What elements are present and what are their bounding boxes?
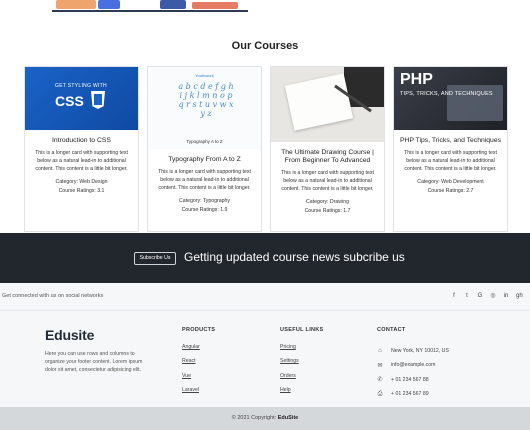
course-title[interactable]: Typography From A to Z bbox=[164, 156, 245, 164]
envelope-icon: ✉ bbox=[377, 362, 383, 369]
useful-links-heading: USEFUL LINKS bbox=[280, 327, 324, 333]
contact-heading: CONTACT bbox=[377, 327, 406, 333]
instagram-icon[interactable]: ◎ bbox=[490, 292, 496, 300]
footer-link-pricing[interactable]: Pricing bbox=[280, 344, 324, 358]
contact-email[interactable]: info@example.com bbox=[391, 362, 435, 368]
course-card[interactable]: GET STYLING WITH CSS Introduction to CSS… bbox=[24, 66, 139, 232]
footer-logo[interactable]: Edusite bbox=[45, 327, 94, 343]
subscribe-band: Subscribe Us Getting updated course news… bbox=[0, 233, 530, 283]
course-category: Category: Web Design bbox=[55, 179, 108, 186]
footer: Edusite Here you can use rows and column… bbox=[0, 311, 530, 407]
copyright-bar: © 2021 Copyright: EduSite bbox=[0, 407, 530, 430]
home-icon: ⌂ bbox=[378, 348, 382, 355]
course-ratings: Course Ratings: 1.9 bbox=[181, 207, 228, 214]
course-thumbnail: PHP TIPS, TRICKS, AND TECHNIQUES bbox=[394, 67, 507, 130]
footer-about: Here you can use rows and columns to org… bbox=[45, 351, 143, 373]
course-ratings: Course Ratings: 1.7 bbox=[304, 208, 351, 215]
course-thumbnail: Youthwork a b c d e f g h i j k l m n o … bbox=[148, 67, 261, 149]
course-title[interactable]: The Ultimate Drawing Course | From Begin… bbox=[271, 149, 384, 165]
course-description: This is a longer card with supporting te… bbox=[35, 150, 128, 172]
footer-link-react[interactable]: React bbox=[182, 358, 215, 372]
social-strip: Get connected with us on social networks… bbox=[0, 283, 530, 311]
section-title: Our Courses bbox=[231, 40, 299, 52]
footer-products: PRODUCTS Angular React Vue Laravel bbox=[182, 327, 215, 401]
course-thumbnail bbox=[271, 67, 384, 142]
footer-link-laravel[interactable]: Laravel bbox=[182, 387, 215, 401]
printer-icon: ⎙ bbox=[377, 390, 383, 397]
footer-link-help[interactable]: Help bbox=[280, 387, 324, 401]
footer-contact: CONTACT ⌂ New York, NY 10012, US ✉ info@ex… bbox=[377, 327, 449, 401]
google-icon[interactable]: G bbox=[477, 292, 483, 300]
social-label: Get connected with us on social networks bbox=[2, 293, 104, 299]
footer-link-vue[interactable]: Vue bbox=[182, 373, 215, 387]
phone-icon: ✆ bbox=[377, 377, 383, 384]
contact-phone: + 01 234 567 88 bbox=[391, 376, 429, 383]
footer-link-settings[interactable]: Settings bbox=[280, 358, 324, 372]
course-category: Category: Typography bbox=[179, 198, 230, 205]
facebook-icon[interactable]: f bbox=[451, 292, 457, 300]
linkedin-icon[interactable]: in bbox=[503, 292, 509, 300]
footer-link-orders[interactable]: Orders bbox=[280, 373, 324, 387]
copyright-text: © 2021 Copyright: bbox=[231, 415, 277, 421]
course-category: Category: Drawing bbox=[306, 199, 349, 206]
hero-illustration bbox=[52, 0, 248, 13]
copyright-brand-link[interactable]: EduSite bbox=[278, 415, 298, 421]
github-icon[interactable]: gh bbox=[516, 292, 523, 300]
course-card[interactable]: PHP TIPS, TRICKS, AND TECHNIQUES PHP Tip… bbox=[393, 66, 508, 232]
course-ratings: Course Ratings: 3.1 bbox=[58, 188, 105, 195]
course-ratings: Course Ratings: 2.7 bbox=[427, 188, 474, 195]
subscribe-message: Getting updated course news subcribe us bbox=[184, 250, 405, 264]
course-card[interactable]: Youthwork a b c d e f g h i j k l m n o … bbox=[147, 66, 262, 232]
contact-fax: + 01 234 567 89 bbox=[391, 391, 429, 398]
course-title[interactable]: Introduction to CSS bbox=[48, 137, 115, 145]
course-category: Category: Web Development bbox=[417, 179, 484, 186]
course-description: This is a longer card with supporting te… bbox=[158, 169, 251, 191]
twitter-icon[interactable]: t bbox=[464, 292, 470, 300]
footer-useful-links: USEFUL LINKS Pricing Settings Orders Hel… bbox=[280, 327, 324, 401]
course-thumbnail: GET STYLING WITH CSS bbox=[25, 67, 138, 130]
course-title[interactable]: PHP Tips, Tricks, and Techniques bbox=[396, 137, 505, 145]
course-description: This is a longer card with supporting te… bbox=[281, 170, 374, 192]
course-description: This is a longer card with supporting te… bbox=[404, 150, 497, 172]
subscribe-button[interactable]: Subscribe Us bbox=[134, 252, 176, 265]
course-card[interactable]: The Ultimate Drawing Course | From Begin… bbox=[270, 66, 385, 232]
footer-link-angular[interactable]: Angular bbox=[182, 344, 215, 358]
products-heading: PRODUCTS bbox=[182, 327, 216, 333]
contact-address: New York, NY 10012, US bbox=[391, 348, 449, 355]
course-cards: GET STYLING WITH CSS Introduction to CSS… bbox=[24, 66, 508, 232]
